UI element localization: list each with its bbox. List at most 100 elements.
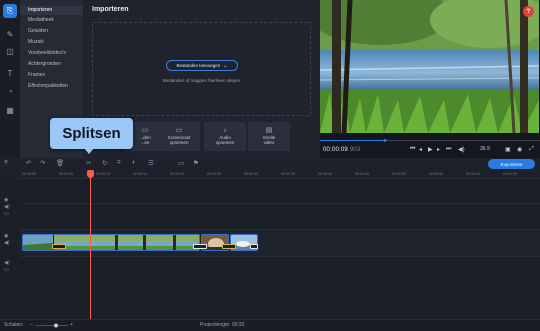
track-mute-icon[interactable]: ◀) [4, 204, 10, 210]
preview-video[interactable] [320, 0, 539, 133]
camera-icon[interactable]: ◉ [517, 146, 522, 153]
undo-icon[interactable]: ↶ [26, 159, 31, 167]
timecode: 00:00:09.903 [323, 147, 360, 153]
help-button[interactable]: ? [523, 6, 534, 17]
status-bar [0, 319, 540, 331]
tile-screencast[interactable]: ▭ Screencast opnemen [158, 122, 200, 151]
delete-icon[interactable]: 🗑 [56, 159, 64, 167]
play-icon[interactable]: ▶ [428, 146, 433, 153]
transition-marker[interactable] [52, 244, 66, 249]
ruler-tick: 00:01:05 [503, 172, 517, 176]
playhead-handle[interactable] [87, 170, 94, 178]
color-adjust-icon[interactable]: ◐ [132, 159, 136, 166]
zoom-in-icon[interactable]: + [70, 322, 73, 328]
redo-icon[interactable]: ↷ [40, 159, 45, 167]
film-icon: ▤ [265, 127, 273, 134]
split-tooltip: Splitsen [50, 118, 133, 149]
transition-marker[interactable] [250, 244, 258, 249]
step-back-icon[interactable]: ◂ [419, 146, 422, 153]
transition-marker[interactable] [193, 244, 207, 249]
split-icon[interactable]: ✂ [86, 159, 91, 167]
import-icon[interactable]: ⎘ [3, 4, 17, 18]
preview-scrubber[interactable] [320, 139, 540, 142]
timeline-toolbar [0, 158, 540, 170]
export-button[interactable]: Exporteren [488, 159, 535, 169]
ruler-tick: 00:00:50 [392, 172, 406, 176]
menu-item-mediatheek[interactable]: Mediatheek [20, 16, 83, 25]
skip-back-icon[interactable]: ⏮ [410, 146, 415, 153]
ruler-tick: 00:00:05 [59, 172, 73, 176]
menu-item-geluiden[interactable]: Geluiden [20, 27, 83, 36]
ruler-tick: 00:00:00 [22, 172, 36, 176]
ruler-tick: 00:00:40 [318, 172, 332, 176]
mic-icon: ♪ [223, 127, 227, 134]
ruler-tick: 00:00:25 [207, 172, 221, 176]
insert-icon[interactable]: ▭ [178, 159, 184, 167]
tile-audio[interactable]: ♪ Audio opnemen [204, 122, 246, 151]
timecode-main: 00:00:09 [323, 147, 348, 153]
video-clip[interactable] [22, 234, 200, 251]
skip-forward-icon[interactable]: ⏭ [446, 146, 451, 153]
ruler-tick: 00:00:55 [429, 172, 443, 176]
magic-wand-icon[interactable]: ✎ [3, 27, 17, 41]
marker-icon[interactable]: ⚑ [193, 159, 199, 167]
clip-thumbnails [23, 235, 199, 250]
zoom-select[interactable]: 36.9 [480, 146, 490, 152]
ruler-tick: 00:00:30 [244, 172, 258, 176]
screen-icon: ▭ [175, 127, 183, 134]
lake-scene-image [320, 0, 539, 133]
chevron-down-icon: ⌄ [223, 62, 228, 69]
transition-marker[interactable] [222, 244, 236, 249]
ruler-tick: 00:00:45 [355, 172, 369, 176]
menu-item-importeren[interactable]: Importeren [20, 6, 83, 15]
scale-slider[interactable] [36, 323, 68, 328]
menu-item-frames[interactable]: Frames [20, 71, 83, 80]
stickers-icon[interactable]: ◔ [3, 84, 17, 98]
track-mute-icon[interactable]: ◀) [4, 260, 10, 266]
audio-lane[interactable] [20, 256, 540, 280]
drop-hint: Bestanden of mappen hierheen slepen [162, 78, 241, 83]
step-forward-icon[interactable]: ▸ [437, 146, 440, 153]
zoom-out-icon[interactable]: − [30, 322, 33, 328]
add-files-label: Bestanden toevoegen [176, 63, 221, 68]
track-lock-icon[interactable]: ▭ [4, 211, 9, 217]
overlay-lane[interactable] [20, 203, 540, 227]
fullscreen-icon[interactable]: ⤢ [529, 146, 534, 153]
tile-label: video [263, 140, 275, 145]
tile-label: opnemen [169, 140, 189, 145]
track-visibility-icon[interactable]: ◉ [4, 233, 8, 239]
more-tools-icon[interactable]: ▦ [3, 103, 17, 117]
timecode-ms: .903 [347, 147, 361, 153]
playhead[interactable] [90, 170, 91, 319]
volume-icon[interactable]: ◀) [458, 146, 465, 153]
ruler-tick: 00:00:35 [281, 172, 295, 176]
tile-quick-video[interactable]: ▤ Snelle video [248, 122, 290, 151]
add-files-button[interactable]: Bestanden toevoegen ⌄ [166, 60, 238, 71]
tooltip-arrow [84, 148, 94, 154]
pip-icon[interactable]: ▣ [505, 146, 511, 153]
ruler-tick: 00:01:00 [466, 172, 480, 176]
ruler-tick: 00:00:10 [96, 172, 110, 176]
menu-item-effectenpakketten[interactable]: Effectenpakketten [20, 82, 83, 91]
add-track-icon[interactable]: ≡ [4, 159, 8, 166]
menu-item-achtergronden[interactable]: Achtergronden [20, 60, 83, 69]
text-icon[interactable]: T [3, 66, 17, 80]
clip-properties-icon[interactable]: ☰ [148, 159, 154, 167]
panel-title: Importeren [92, 6, 129, 13]
tile-label: opnemen [215, 140, 235, 145]
track-lock-icon[interactable]: ▭ [4, 267, 9, 273]
app-window: ⎘ ✎ ◫ T ◔ ▦ Importeren Mediatheek Geluid… [0, 0, 540, 331]
crop-icon[interactable]: ⌗ [117, 159, 121, 167]
track-mute-icon[interactable]: ◀) [4, 240, 10, 246]
scale-label: Schalen: [4, 322, 24, 328]
track-visibility-icon[interactable]: ◉ [4, 197, 8, 203]
transitions-icon[interactable]: ◫ [3, 44, 17, 58]
project-length: Projectlengte: 00:32 [200, 322, 245, 328]
menu-item-muziek[interactable]: Muziek [20, 38, 83, 47]
menu-item-voorbeeldvideos[interactable]: Voorbeeldvideo's [20, 49, 83, 58]
ruler-tick: 00:00:20 [170, 172, 184, 176]
tile-label: ...en [140, 140, 150, 145]
rotate-icon[interactable]: ↻ [102, 159, 107, 167]
ruler-tick: 00:00:15 [133, 172, 147, 176]
tool-rail: ⎘ ✎ ◫ T ◔ ▦ [0, 0, 20, 158]
